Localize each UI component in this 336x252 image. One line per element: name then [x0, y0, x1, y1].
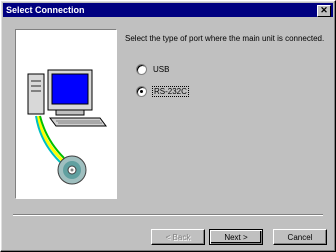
rs232c-option[interactable]: RS-232C: [136, 85, 189, 97]
title-bar[interactable]: Select Connection ✕: [3, 3, 333, 17]
rs232c-radio[interactable]: [136, 85, 147, 97]
cancel-button[interactable]: Cancel: [273, 229, 327, 245]
usb-option[interactable]: USB: [136, 63, 169, 75]
back-button[interactable]: < Back: [151, 229, 205, 245]
next-button[interactable]: Next >: [209, 229, 263, 245]
usb-label[interactable]: USB: [153, 65, 169, 74]
close-button[interactable]: ✕: [317, 5, 331, 17]
monitor-icon: [47, 69, 93, 116]
computer-connection-illustration: [27, 69, 107, 185]
tower-icon: [27, 73, 45, 115]
instruction-text: Select the type of port where the main u…: [125, 34, 325, 43]
cd-disc-icon: [57, 155, 87, 185]
keyboard-icon: [49, 117, 107, 127]
usb-radio[interactable]: [136, 63, 147, 75]
dialog-window: Select Connection ✕ Select the type of p…: [0, 0, 336, 252]
rs232c-label[interactable]: RS-232C: [152, 85, 189, 97]
button-divider: [13, 214, 323, 216]
window-title: Select Connection: [6, 5, 85, 15]
illustration-panel: [15, 29, 117, 199]
